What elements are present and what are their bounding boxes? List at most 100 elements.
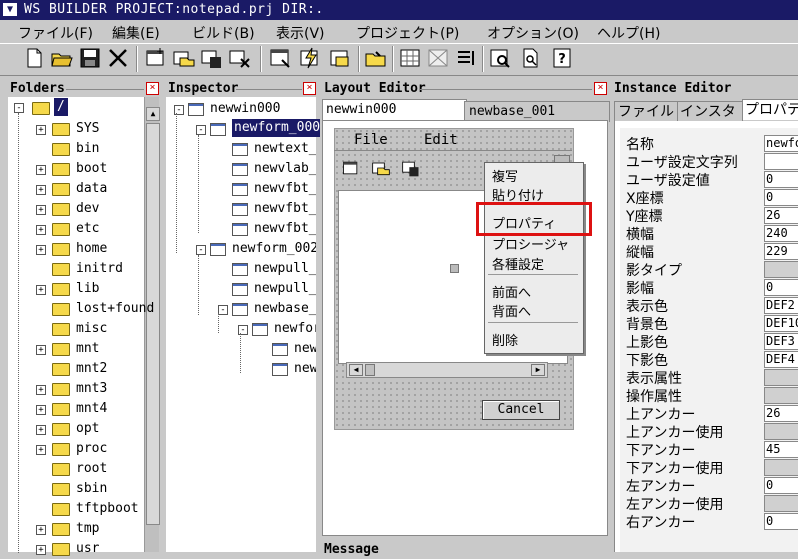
ctx-copy[interactable]: 複写 — [492, 166, 518, 185]
menu-project[interactable]: プロジェクト(P) — [356, 23, 459, 43]
folder-item[interactable]: SYS — [76, 119, 99, 139]
save-window-icon[interactable] — [200, 46, 224, 70]
help-icon[interactable]: ? — [550, 46, 574, 70]
menu-help[interactable]: ヘルプ(H) — [597, 23, 660, 43]
preview-icon[interactable] — [518, 46, 542, 70]
form-hscrollbar[interactable]: ◀ ▶ — [346, 362, 548, 378]
tree-expander[interactable]: + — [36, 525, 46, 535]
new-file-icon[interactable] — [22, 46, 46, 70]
tree-expander[interactable]: + — [36, 545, 46, 555]
folders-scrollbar[interactable]: ▲ — [144, 97, 160, 552]
search-window-icon[interactable] — [488, 46, 512, 70]
menu-build[interactable]: ビルド(B) — [192, 23, 255, 43]
property-value-field[interactable]: 26 — [764, 405, 798, 422]
tree-expander[interactable]: + — [36, 345, 46, 355]
inspector-item[interactable]: newform_000 — [232, 119, 320, 137]
property-value-field[interactable]: 0 — [764, 171, 798, 188]
property-value-field[interactable]: DEF4 — [764, 351, 798, 368]
folder-item[interactable]: etc — [76, 219, 99, 239]
folder-item[interactable]: tmp — [76, 519, 99, 539]
close-window-icon[interactable] — [228, 46, 252, 70]
ctx-bring-front[interactable]: 前面へ — [492, 282, 531, 301]
save-disk-icon[interactable] — [78, 46, 102, 70]
edit-window-icon[interactable] — [268, 46, 292, 70]
tab-property[interactable]: プロパテ — [742, 99, 798, 120]
form-menu-edit[interactable]: Edit — [424, 132, 458, 148]
inspector-item[interactable]: newv — [294, 339, 316, 359]
tab-newwin000[interactable]: newwin000 — [322, 99, 467, 120]
delete-x-icon[interactable] — [106, 46, 130, 70]
inspector-item[interactable]: newvfbt_0 — [254, 219, 316, 239]
property-value-field[interactable]: DEF10 — [764, 315, 798, 332]
menu-file[interactable]: ファイル(F) — [18, 23, 93, 43]
inspector-item[interactable]: newv — [294, 359, 316, 379]
build-icon[interactable] — [298, 46, 322, 70]
tree-expander[interactable]: - — [196, 245, 206, 255]
folder-item[interactable]: home — [76, 239, 107, 259]
folder-item[interactable]: mnt4 — [76, 399, 107, 419]
menu-option[interactable]: オプション(O) — [487, 23, 579, 43]
folder-item[interactable]: misc — [76, 319, 107, 339]
folder-item[interactable]: opt — [76, 419, 99, 439]
inspector-item[interactable]: newvlab_0 — [254, 159, 316, 179]
property-value-field[interactable] — [764, 153, 798, 170]
list-icon[interactable] — [454, 46, 478, 70]
folder-up-icon[interactable] — [364, 46, 388, 70]
cancel-button[interactable]: Cancel — [482, 400, 560, 420]
inspector-item[interactable]: newwin000 — [210, 99, 280, 119]
folder-item[interactable]: root — [76, 459, 107, 479]
window-menu-icon[interactable]: ▼ — [3, 3, 17, 16]
align-icon[interactable] — [426, 46, 450, 70]
layout-editor-close-icon[interactable]: × — [594, 82, 607, 95]
property-value-field[interactable]: 0 — [764, 513, 798, 530]
inspector-item[interactable]: newvfbt_0 — [254, 199, 316, 219]
tree-expander[interactable]: + — [36, 245, 46, 255]
folder-item[interactable]: usr — [76, 539, 99, 559]
property-value-field[interactable]: 26 — [764, 207, 798, 224]
ctx-delete[interactable]: 削除 — [492, 330, 518, 349]
tree-expander[interactable]: + — [36, 405, 46, 415]
folder-item[interactable]: bin — [76, 139, 99, 159]
property-value-field[interactable]: 229 — [764, 243, 798, 260]
folder-item[interactable]: lib — [76, 279, 99, 299]
inspector-item[interactable]: newpull_0 — [254, 259, 316, 279]
menu-edit[interactable]: 編集(E) — [112, 23, 160, 43]
property-value-field[interactable] — [764, 495, 798, 512]
ctx-procedure[interactable]: プロシージャ — [492, 234, 569, 253]
property-value-field[interactable]: DEF2 — [764, 297, 798, 314]
folder-item[interactable]: data — [76, 179, 107, 199]
property-value-field[interactable]: 0 — [764, 189, 798, 206]
property-value-field[interactable]: DEF3 — [764, 333, 798, 350]
folders-close-icon[interactable]: × — [146, 82, 159, 95]
tree-expander[interactable]: + — [36, 445, 46, 455]
property-value-field[interactable]: 240 — [764, 225, 798, 242]
form-menu-file[interactable]: File — [354, 132, 388, 148]
folder-item[interactable]: dev — [76, 199, 99, 219]
folder-root[interactable]: / — [54, 98, 68, 116]
property-value-field[interactable]: 0 — [764, 477, 798, 494]
property-value-field[interactable]: 0 — [764, 279, 798, 296]
property-value-field[interactable] — [764, 261, 798, 278]
tree-expander[interactable]: + — [36, 165, 46, 175]
ctx-settings[interactable]: 各種設定 — [492, 254, 544, 273]
tab-file[interactable]: ファイル — [614, 101, 679, 122]
inspector-item[interactable]: newpull_0 — [254, 279, 316, 299]
inspector-item[interactable]: newbase_0 — [254, 299, 316, 319]
folder-item[interactable]: mnt3 — [76, 379, 107, 399]
property-value-field[interactable] — [764, 369, 798, 386]
tree-expander[interactable]: + — [36, 185, 46, 195]
inspector-item[interactable]: newtext_0 — [254, 139, 316, 159]
folder-item[interactable]: mnt — [76, 339, 99, 359]
tree-expander[interactable]: - — [196, 125, 206, 135]
resize-handle[interactable] — [450, 264, 459, 273]
folder-item[interactable]: mnt2 — [76, 359, 107, 379]
property-value-field[interactable]: 45 — [764, 441, 798, 458]
inspector-item[interactable]: newform_002 — [232, 239, 316, 259]
run-icon[interactable] — [328, 46, 352, 70]
tab-instance[interactable]: インスタ — [677, 101, 743, 122]
folder-item[interactable]: boot — [76, 159, 107, 179]
tree-expander[interactable]: + — [36, 385, 46, 395]
tree-expander[interactable]: + — [36, 425, 46, 435]
folder-item[interactable]: initrd — [76, 259, 123, 279]
tree-expander[interactable]: + — [36, 125, 46, 135]
